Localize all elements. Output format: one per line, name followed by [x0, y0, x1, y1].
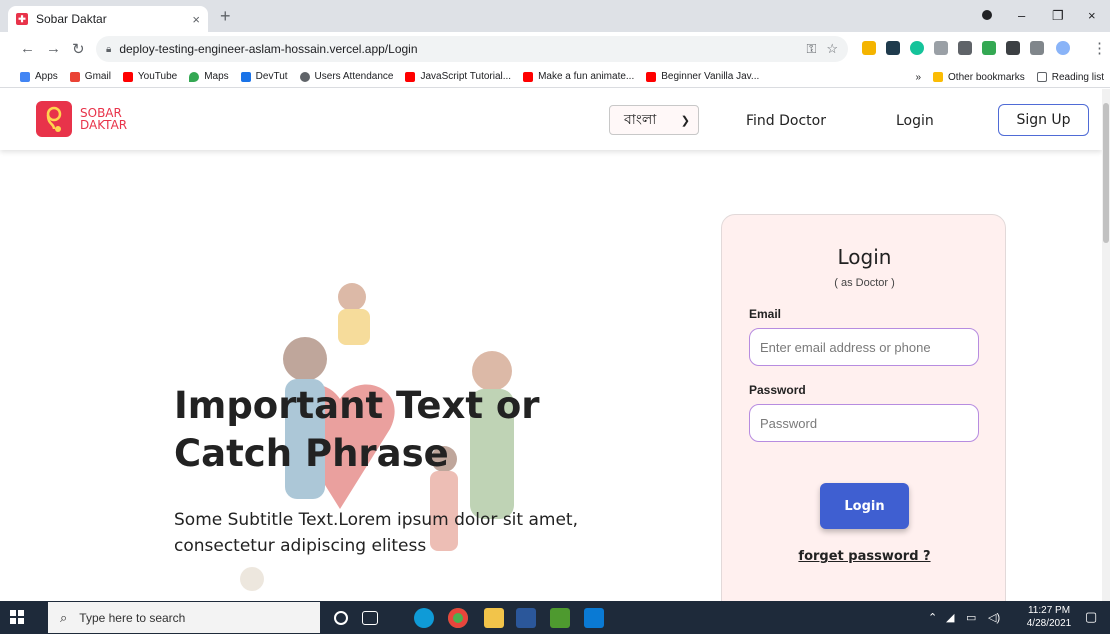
tab-close-icon[interactable]: ×: [192, 12, 200, 27]
youtube-icon: [523, 71, 534, 82]
task-view-icon[interactable]: [362, 611, 378, 625]
bookmarks-bar: Apps Gmail YouTube Maps DevTut Users Att…: [0, 66, 1110, 88]
new-tab-button[interactable]: +: [220, 6, 231, 27]
forget-password-link[interactable]: forget password ?: [722, 549, 1007, 564]
tab-strip: ✚ Sobar Daktar × + – ❐ ×: [0, 0, 1110, 32]
profile-dot-icon[interactable]: [982, 8, 992, 23]
bookmark-devtut[interactable]: DevTut: [240, 71, 288, 82]
apps-grid-icon: [20, 71, 30, 82]
taskbar-search[interactable]: ⌕ Type here to search: [48, 602, 320, 633]
bookmark-vanilla-js[interactable]: Beginner Vanilla Jav...: [646, 71, 759, 82]
battery-icon[interactable]: ▭: [966, 611, 976, 624]
bookmark-apps[interactable]: Apps: [20, 71, 58, 82]
chevron-down-icon: ❯: [680, 114, 690, 127]
bookmark-youtube[interactable]: YouTube: [122, 71, 177, 82]
gmail-icon: [69, 71, 80, 82]
hero-subtitle: Some Subtitle Text.Lorem ipsum dolor sit…: [174, 510, 578, 556]
login-card-title: Login: [837, 245, 892, 269]
url-text: deploy-testing-engineer-aslam-hossain.ve…: [119, 42, 418, 56]
vscode-icon[interactable]: [584, 608, 604, 628]
word-icon[interactable]: [516, 608, 536, 628]
extension-react-icon[interactable]: [886, 41, 900, 55]
hero-title: Important Text or Catch Phrase: [174, 384, 540, 475]
back-arrow-icon[interactable]: ←: [20, 40, 35, 57]
tab-title: Sobar Daktar: [36, 12, 107, 26]
language-select[interactable]: বাংলা ❯: [609, 105, 699, 135]
cortana-icon[interactable]: [334, 611, 348, 625]
bookmark-star-icon[interactable]: ☆: [826, 41, 838, 57]
email-field[interactable]: [749, 328, 979, 366]
extension-grammarly-icon[interactable]: [910, 41, 924, 55]
youtube-icon: [646, 71, 657, 82]
email-label: Email: [749, 307, 782, 321]
youtube-icon: [122, 71, 133, 82]
globe-icon: [299, 71, 310, 82]
extension-hand-icon[interactable]: [862, 41, 876, 55]
nav-login-link[interactable]: Login: [896, 113, 934, 129]
password-field[interactable]: [749, 404, 979, 442]
edge-browser-icon[interactable]: [414, 608, 434, 628]
key-icon[interactable]: ⚿: [806, 41, 816, 57]
extension-shield-icon[interactable]: [982, 41, 996, 55]
app-green-icon[interactable]: [550, 608, 570, 628]
password-label: Password: [749, 383, 806, 397]
address-bar[interactable]: 🔒︎ deploy-testing-engineer-aslam-hossain…: [96, 36, 848, 62]
maximize-button[interactable]: ❐: [1052, 8, 1064, 24]
site-favicon-icon: ✚: [16, 13, 28, 25]
nav-find-doctor-link[interactable]: Find Doctor: [746, 113, 826, 129]
bookmark-maps[interactable]: Maps: [189, 71, 229, 82]
media-queue-icon[interactable]: [1030, 41, 1044, 55]
site-brand-name[interactable]: SOBAR DAKTAR: [80, 107, 127, 131]
extension-camera-icon[interactable]: [934, 41, 948, 55]
windows-start-icon[interactable]: [10, 610, 24, 624]
bookmark-gmail[interactable]: Gmail: [69, 71, 111, 82]
browser-tab[interactable]: ✚ Sobar Daktar ×: [8, 6, 208, 32]
login-card: Login ( as Doctor ) Email Password Login…: [721, 214, 1006, 601]
site-logo-icon[interactable]: [36, 101, 72, 137]
lock-icon: 🔒︎: [106, 43, 112, 55]
bookmarks-right-group: » Other bookmarks Reading list: [915, 66, 1104, 88]
devtut-icon: [240, 71, 251, 82]
page-scrollbar[interactable]: [1102, 89, 1110, 601]
folder-icon: [933, 72, 944, 82]
taskbar-search-placeholder: Type here to search: [79, 610, 186, 625]
maps-pin-icon: [189, 71, 200, 82]
taskbar-clock[interactable]: 11:27 PM 4/28/2021: [1024, 604, 1074, 630]
windows-taskbar: ⌕ Type here to search ⌃ ◢ ▭ ◁) 11:27 PM …: [0, 601, 1110, 634]
volume-icon[interactable]: ◁): [988, 611, 1000, 624]
bookmark-fun-animate[interactable]: Make a fun animate...: [523, 71, 634, 82]
reading-list-icon: [1036, 72, 1047, 82]
other-bookmarks-folder[interactable]: Other bookmarks: [933, 72, 1025, 83]
login-submit-button[interactable]: Login: [820, 483, 909, 529]
sign-up-button[interactable]: Sign Up: [998, 104, 1089, 136]
login-card-subtitle: ( as Doctor ): [834, 277, 895, 289]
chrome-taskbar-icon[interactable]: [448, 608, 468, 628]
notification-icon[interactable]: ▢: [1085, 609, 1097, 625]
scrollbar-thumb[interactable]: [1103, 103, 1109, 243]
forward-arrow-icon[interactable]: →: [46, 40, 61, 57]
reload-icon[interactable]: ↻: [72, 40, 85, 58]
minimize-button[interactable]: –: [1018, 8, 1025, 23]
bookmark-js-tutorial[interactable]: JavaScript Tutorial...: [405, 71, 511, 82]
bookmark-users-attendance[interactable]: Users Attendance: [299, 71, 393, 82]
close-window-button[interactable]: ×: [1088, 8, 1096, 23]
extensions-puzzle-icon[interactable]: [1006, 41, 1020, 55]
search-icon: ⌕: [60, 609, 68, 625]
network-icon[interactable]: ◢: [946, 611, 954, 624]
reading-list-button[interactable]: Reading list: [1036, 72, 1104, 83]
browser-toolbar: ← → ↻ 🔒︎ deploy-testing-engineer-aslam-h…: [0, 32, 1110, 66]
web-page: SOBAR DAKTAR বাংলা ❯ Find Doctor Login S…: [0, 89, 1102, 601]
tray-chevron-up-icon[interactable]: ⌃: [928, 611, 937, 624]
site-navbar: SOBAR DAKTAR বাংলা ❯ Find Doctor Login S…: [0, 89, 1102, 150]
extension-calendar-icon[interactable]: [958, 41, 972, 55]
profile-avatar-icon[interactable]: [1056, 41, 1070, 55]
browser-window: ✚ Sobar Daktar × + – ❐ × ← → ↻ 🔒︎ deploy…: [0, 0, 1110, 634]
chrome-menu-icon[interactable]: ⋮: [1092, 39, 1107, 57]
file-explorer-icon[interactable]: [484, 608, 504, 628]
youtube-icon: [405, 71, 416, 82]
more-bookmarks-button[interactable]: »: [915, 72, 921, 83]
language-selected-value: বাংলা: [624, 111, 657, 127]
